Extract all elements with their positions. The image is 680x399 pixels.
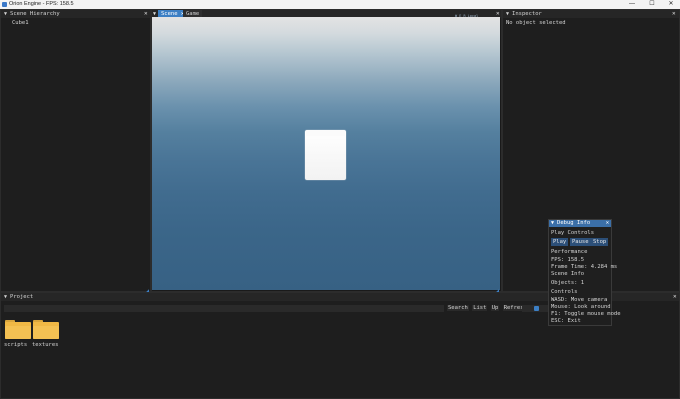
project-collapse-icon[interactable]: ▼	[4, 294, 7, 300]
wasd-hint: WASD: Move camera	[551, 297, 608, 303]
debug-info-window: ▼ Debug Info ✕ Play Controls Play Pause S…	[548, 219, 621, 326]
cube-object[interactable]	[305, 130, 346, 180]
fps-readout: FPS: 158.5	[551, 257, 585, 263]
mouse-hint: Mouse: Look around	[551, 304, 611, 310]
debug-header[interactable]: ▼ Debug Info ✕	[549, 220, 611, 227]
debug-title: Debug Info	[557, 220, 591, 226]
window-titlebar: Orion Engine - FPS: 158.5 — ☐ ✕	[0, 0, 680, 9]
folder-scripts-icon[interactable]	[5, 320, 31, 339]
stop-button[interactable]: Stop	[591, 238, 609, 246]
objects-count: Objects: 1	[551, 280, 585, 286]
debug-close-icon[interactable]: ✕	[606, 220, 609, 227]
view-mode-slider[interactable]	[522, 305, 549, 312]
inspector-collapse-icon[interactable]: ▼	[506, 11, 509, 17]
minimize-button[interactable]: —	[625, 0, 639, 9]
project-search-input[interactable]	[4, 305, 444, 312]
play-controls-heading: Play Controls	[551, 230, 595, 236]
collapse-arrow-icon[interactable]: ▼	[4, 11, 7, 17]
hierarchy-title: Scene Hierarchy	[10, 11, 60, 17]
scene-hierarchy-panel: ▼ Scene Hierarchy ✕ Cube1	[0, 9, 151, 292]
controls-heading: Controls	[551, 289, 578, 295]
window-title: Orion Engine - FPS: 158.5	[9, 1, 74, 7]
performance-heading: Performance	[551, 249, 588, 255]
app-logo-icon	[2, 2, 7, 7]
project-close-icon[interactable]: ✕	[673, 293, 677, 301]
maximize-button[interactable]: ☐	[645, 0, 659, 9]
pause-button[interactable]: Pause	[570, 238, 591, 246]
inspector-empty-message: No object selected	[506, 20, 566, 26]
esc-hint: ESC: Exit	[551, 318, 581, 324]
frame-time-readout: Frame Time: 4.284 ms	[551, 264, 618, 270]
play-button[interactable]: Play	[551, 238, 569, 246]
inspector-header: ▼ Inspector ✕	[503, 10, 679, 18]
cube-top-face	[306, 130, 345, 136]
f1-hint: F1: Toggle mouse mode	[551, 311, 621, 317]
folder-textures-icon[interactable]	[33, 320, 59, 339]
inspector-close-icon[interactable]: ✕	[672, 10, 676, 18]
hierarchy-item-cube1[interactable]: Cube1	[12, 20, 29, 26]
slider-handle[interactable]	[534, 306, 539, 311]
close-window-button[interactable]: ✕	[664, 0, 678, 9]
list-view-button[interactable]: List	[472, 305, 488, 311]
debug-collapse-icon[interactable]: ▼	[551, 220, 554, 226]
folder-textures-label: textures	[32, 342, 59, 348]
hierarchy-close-icon[interactable]: ✕	[144, 10, 148, 18]
project-title: Project	[10, 294, 34, 300]
inspector-title: Inspector	[512, 11, 542, 17]
scene-info-heading: Scene Info	[551, 271, 585, 277]
search-button[interactable]: Search	[447, 305, 469, 311]
hierarchy-header: ▼ Scene Hierarchy ✕	[1, 10, 150, 18]
up-button[interactable]: Up	[490, 305, 500, 311]
play-controls-buttons: Play Pause Stop	[551, 238, 611, 246]
folder-scripts-label: scripts	[4, 342, 28, 348]
project-toolbar: Search List Up Refresh	[447, 305, 528, 312]
